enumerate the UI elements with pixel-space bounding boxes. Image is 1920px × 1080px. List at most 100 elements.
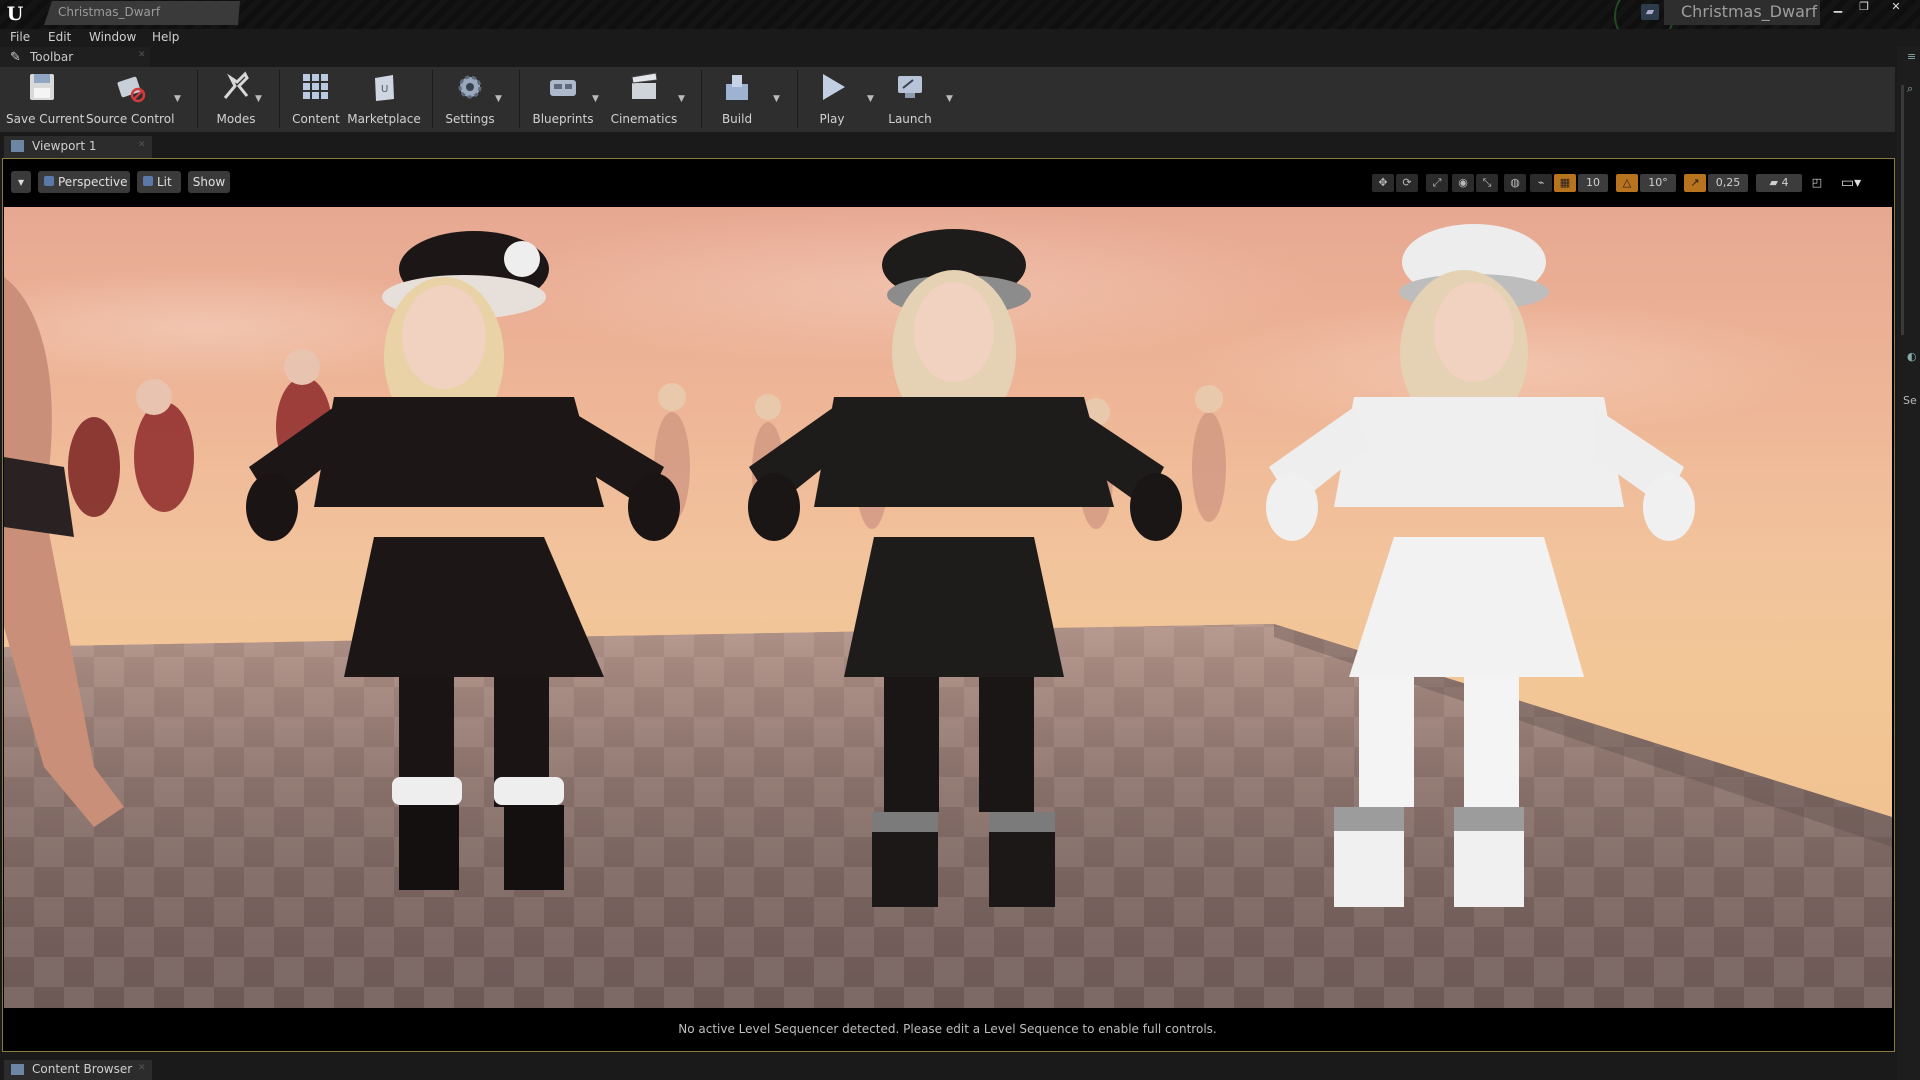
- details-icon[interactable]: ◐: [1907, 350, 1917, 363]
- rotate-icon[interactable]: ⟳: [1396, 174, 1418, 192]
- scale-snap-value[interactable]: 0,25: [1708, 174, 1748, 192]
- camera-speed-button[interactable]: ▰ 4: [1756, 174, 1802, 192]
- minimize-icon[interactable]: ▁: [1827, 0, 1849, 14]
- surface-snapping-icon[interactable]: ⌁: [1530, 174, 1552, 192]
- blueprints-dropdown-icon[interactable]: ▼: [592, 94, 599, 104]
- maximize-viewport-icon[interactable]: ◰: [1806, 174, 1828, 192]
- cinematics-label: Cinematics: [610, 112, 678, 126]
- settings-label: Settings: [445, 112, 495, 126]
- grid-snap-icon[interactable]: ▦: [1554, 174, 1576, 192]
- gear-icon: [458, 75, 482, 99]
- viewport-icon: [11, 140, 24, 152]
- save-current-button[interactable]: Save Current: [6, 70, 85, 126]
- toolbar-separator: [197, 70, 198, 128]
- toolbar-separator: [519, 70, 520, 128]
- viewport-tab-bar: [0, 132, 1895, 158]
- grid-snap-value[interactable]: 10: [1578, 174, 1608, 192]
- sequencer-status-message: No active Level Sequencer detected. Plea…: [678, 1022, 1217, 1036]
- launch-label: Launch: [888, 112, 932, 126]
- marketplace-icon: U: [375, 75, 394, 101]
- content-browser-tab-close-icon[interactable]: ✕: [138, 1063, 146, 1073]
- content-button[interactable]: Content: [288, 70, 344, 126]
- perspective-label: Perspective: [58, 175, 128, 189]
- blueprints-label: Blueprints: [532, 112, 594, 126]
- toolbar-tab-label: Toolbar: [30, 50, 74, 64]
- toolbar-tab-close-icon[interactable]: ✕: [138, 50, 146, 60]
- perspective-icon: [44, 176, 54, 186]
- launch-dropdown-icon[interactable]: ▼: [946, 94, 953, 104]
- world-local-icon[interactable]: ⤡: [1476, 174, 1498, 192]
- layout-dropdown-icon[interactable]: ▭▾: [1832, 174, 1870, 192]
- play-label: Play: [819, 112, 845, 126]
- settings-dropdown-icon[interactable]: ▼: [495, 94, 502, 104]
- right-panel-scrollbar[interactable]: [1901, 85, 1904, 335]
- source-control-dropdown-icon[interactable]: ▼: [174, 94, 181, 104]
- translate-icon[interactable]: ✥: [1372, 174, 1394, 192]
- modes-label: Modes: [216, 112, 256, 126]
- svg-text:U: U: [381, 84, 388, 95]
- camera-icon: ▰: [1769, 176, 1782, 189]
- scale-icon[interactable]: ⤢: [1426, 174, 1448, 192]
- launch-icon: [898, 76, 922, 98]
- modes-dropdown-icon[interactable]: ▼: [255, 94, 262, 104]
- content-browser-icon: [11, 1064, 24, 1075]
- scene-render: [4, 224, 1892, 1008]
- save-current-label: Save Current: [6, 112, 85, 126]
- settings-button[interactable]: Settings: [440, 70, 500, 126]
- play-dropdown-icon[interactable]: ▼: [867, 94, 874, 104]
- show-button[interactable]: Show: [188, 171, 230, 193]
- rotation-snap-icon[interactable]: △: [1616, 174, 1638, 192]
- panel-toggle-icon[interactable]: ≡: [1907, 50, 1916, 63]
- surface-snap-icon[interactable]: ◉: [1452, 174, 1474, 192]
- restore-icon[interactable]: ❐: [1853, 0, 1875, 14]
- scale-snap-icon[interactable]: ↗: [1684, 174, 1706, 192]
- lit-label: Lit: [157, 175, 172, 189]
- source-control-button[interactable]: Source Control: [86, 70, 174, 126]
- viewport-options-dropdown[interactable]: ▾: [11, 171, 31, 193]
- wrench-icon: ✎: [10, 50, 21, 65]
- cinematics-dropdown-icon[interactable]: ▼: [678, 94, 685, 104]
- viewport-scene[interactable]: [4, 207, 1892, 1008]
- viewport-tab-label: Viewport 1: [32, 139, 97, 153]
- menu-bar: [0, 29, 1920, 47]
- menu-edit[interactable]: Edit: [48, 29, 71, 45]
- toolbar-separator: [797, 70, 798, 128]
- source-control-icon: [117, 76, 146, 103]
- search-icon[interactable]: ⌕: [1907, 82, 1913, 96]
- coordinate-globe-icon[interactable]: ◍: [1504, 174, 1526, 192]
- camera-speed-value: 4: [1781, 176, 1789, 189]
- toolbar-separator: [432, 70, 433, 128]
- marketplace-label: Marketplace: [347, 112, 421, 126]
- lit-button[interactable]: Lit: [137, 171, 181, 193]
- marketplace-button[interactable]: U Marketplace: [346, 70, 422, 126]
- show-label: Show: [192, 175, 226, 189]
- build-label: Build: [721, 112, 753, 126]
- play-button[interactable]: Play: [806, 70, 858, 126]
- save-icon: [30, 74, 54, 100]
- close-icon[interactable]: ✕: [1885, 0, 1907, 14]
- build-icon: [726, 75, 748, 100]
- perspective-button[interactable]: Perspective: [38, 171, 130, 193]
- modes-icon: [223, 71, 249, 99]
- menu-file[interactable]: File: [10, 29, 30, 45]
- document-tab-label: Christmas_Dwarf: [58, 5, 161, 19]
- toolbar-separator: [701, 70, 702, 128]
- play-icon: [823, 74, 845, 100]
- toolbar-panel-tab[interactable]: [0, 47, 150, 67]
- content-browser-tab-bar: [0, 1056, 1895, 1080]
- viewport-tab-close-icon[interactable]: ✕: [138, 140, 146, 150]
- source-control-label: Source Control: [86, 112, 175, 126]
- menu-window[interactable]: Window: [89, 29, 136, 45]
- blueprints-button[interactable]: Blueprints: [527, 70, 599, 126]
- project-icon: ▰: [1641, 4, 1659, 20]
- content-grid-icon: [303, 74, 328, 99]
- rotation-snap-value[interactable]: 10°: [1640, 174, 1676, 192]
- cinematics-button[interactable]: Cinematics: [608, 70, 680, 126]
- right-panel-label: Se: [1903, 394, 1917, 407]
- build-dropdown-icon[interactable]: ▼: [773, 94, 780, 104]
- build-button[interactable]: Build: [709, 70, 765, 126]
- unreal-logo-icon[interactable]: U: [4, 3, 26, 25]
- content-browser-tab-label: Content Browser: [32, 1062, 133, 1076]
- menu-help[interactable]: Help: [152, 29, 179, 45]
- launch-button[interactable]: Launch: [884, 70, 936, 126]
